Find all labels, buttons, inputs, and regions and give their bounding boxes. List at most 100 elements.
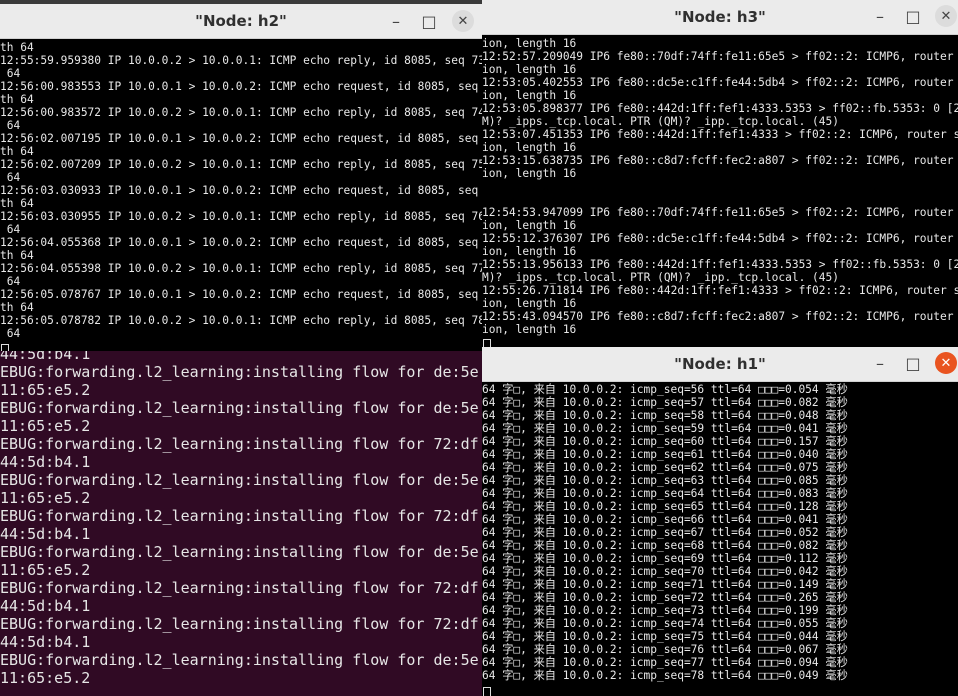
terminal-h3-line: ion, length 16	[482, 219, 577, 232]
terminal-h1-line: 64 字□, 来自 10.0.0.2: icmp_seq=60 ttl=64 □…	[482, 435, 848, 448]
terminal-h2-line: th 64	[0, 301, 34, 314]
close-button-h1[interactable]: ✕	[935, 352, 957, 374]
terminal-h3-line: 12:55:12.376307 IP6 fe80::dc5e:c1ff:fe44…	[482, 232, 954, 245]
terminal-h3-line	[482, 193, 958, 206]
titlebar-h1[interactable]: "Node: h1" – □ ✕	[482, 347, 958, 382]
close-button-h3[interactable]: ✕	[935, 5, 957, 27]
maximize-icon: □	[905, 353, 921, 373]
terminal-h1-line: 64 字□, 来自 10.0.0.2: icmp_seq=61 ttl=64 □…	[482, 448, 848, 461]
terminal-h2-line: 64	[0, 119, 21, 132]
terminal-h2-line: th 64	[0, 249, 34, 262]
terminal-h3-line: ion, length 16	[482, 167, 577, 180]
terminal-h3-line	[482, 180, 958, 193]
maximize-button-h2[interactable]: □	[418, 10, 440, 32]
terminal-h3-line: 12:53:07.451353 IP6 fe80::442d:1ff:fef1:…	[482, 128, 958, 141]
minimize-button-h1[interactable]: –	[869, 352, 891, 374]
terminal-h1-line: 64 字□, 来自 10.0.0.2: icmp_seq=68 ttl=64 □…	[482, 539, 848, 552]
terminal-h2-line: th 64	[0, 41, 34, 54]
controller-log-line: 44:5d:b4.1	[0, 597, 91, 615]
terminal-h2-line: 12:56:02.007209 IP 10.0.0.2 > 10.0.0.1: …	[0, 158, 482, 171]
terminal-h2[interactable]: th 64 12:55:59.959380 IP 10.0.0.2 > 10.0.…	[0, 39, 482, 351]
terminal-h2-line: th 64	[0, 93, 34, 106]
terminal-h3-line: 12:52:57.209049 IP6 fe80::70df:74ff:fe11…	[482, 50, 954, 63]
maximize-button-h3[interactable]: □	[902, 5, 924, 27]
terminal-h2-line: 64	[0, 223, 21, 236]
terminal-h1-line: 64 字□, 来自 10.0.0.2: icmp_seq=63 ttl=64 □…	[482, 474, 848, 487]
terminal-h1-line: 64 字□, 来自 10.0.0.2: icmp_seq=71 ttl=64 □…	[482, 578, 848, 591]
terminal-h3-line: 12:53:15.638735 IP6 fe80::c8d7:fcff:fec2…	[482, 154, 954, 167]
terminal-h2-line: 12:56:05.078767 IP 10.0.0.1 > 10.0.0.2: …	[0, 288, 479, 301]
terminal-h1-line: 64 字□, 来自 10.0.0.2: icmp_seq=67 ttl=64 □…	[482, 526, 848, 539]
titlebar-h2[interactable]: "Node: h2" – □ ✕	[0, 4, 482, 39]
window-node-h3[interactable]: "Node: h3" – □ ✕ ion, length 16 12:52:57.…	[482, 0, 958, 347]
terminal-output-h3: ion, length 16 12:52:57.209049 IP6 fe80::…	[482, 35, 958, 336]
terminal-h3-line: 12:55:13.956133 IP6 fe80::442d:1ff:fef1:…	[482, 258, 958, 271]
terminal-h3-line: 12:54:53.947099 IP6 fe80::70df:74ff:fe11…	[482, 206, 954, 219]
window-node-h1[interactable]: "Node: h1" – □ ✕ 64 字□, 来自 10.0.0.2: icm…	[482, 347, 958, 696]
minimize-button-h2[interactable]: –	[385, 10, 407, 32]
controller-terminal[interactable]: 44:5d:b4.1 EBUG:forwarding.l2_learning:in…	[0, 345, 482, 696]
terminal-h2-line: 12:56:03.030933 IP 10.0.0.1 > 10.0.0.2: …	[0, 184, 479, 197]
terminal-h1[interactable]: 64 字□, 来自 10.0.0.2: icmp_seq=56 ttl=64 □…	[482, 382, 958, 696]
terminal-h1-line: 64 字□, 来自 10.0.0.2: icmp_seq=69 ttl=64 □…	[482, 552, 848, 565]
titlebar-h3[interactable]: "Node: h3" – □ ✕	[482, 0, 958, 35]
controller-log-line: EBUG:forwarding.l2_learning:installing f…	[0, 471, 479, 489]
terminal-cursor-h3	[483, 335, 491, 347]
terminal-h3-line: ion, length 16	[482, 37, 577, 50]
controller-log-line: EBUG:forwarding.l2_learning:installing f…	[0, 651, 479, 669]
terminal-h2-line: 12:55:59.959380 IP 10.0.0.2 > 10.0.0.1: …	[0, 54, 482, 67]
terminal-h2-line: th 64	[0, 145, 34, 158]
terminal-h1-line: 64 字□, 来自 10.0.0.2: icmp_seq=66 ttl=64 □…	[482, 513, 848, 526]
maximize-button-h1[interactable]: □	[902, 352, 924, 374]
terminal-h3-line: M)? _ipps._tcp.local. PTR (QM)? _ipp._tc…	[482, 271, 839, 284]
terminal-h1-line: 64 字□, 来自 10.0.0.2: icmp_seq=64 ttl=64 □…	[482, 487, 848, 500]
terminal-h1-line: 64 字□, 来自 10.0.0.2: icmp_seq=56 ttl=64 □…	[482, 383, 848, 396]
controller-log-line: 11:65:e5.2	[0, 417, 91, 435]
terminal-h3[interactable]: ion, length 16 12:52:57.209049 IP6 fe80::…	[482, 35, 958, 347]
terminal-h1-line: 64 字□, 来自 10.0.0.2: icmp_seq=65 ttl=64 □…	[482, 500, 848, 513]
controller-log: 44:5d:b4.1 EBUG:forwarding.l2_learning:in…	[0, 345, 482, 687]
terminal-h2-line: 12:56:04.055398 IP 10.0.0.2 > 10.0.0.1: …	[0, 262, 482, 275]
terminal-h1-line: 64 字□, 来自 10.0.0.2: icmp_seq=70 ttl=64 □…	[482, 565, 848, 578]
controller-log-line: EBUG:forwarding.l2_learning:installing f…	[0, 399, 479, 417]
close-button-h2[interactable]: ✕	[452, 10, 474, 32]
terminal-h1-line: 64 字□, 来自 10.0.0.2: icmp_seq=62 ttl=64 □…	[482, 461, 848, 474]
terminal-h1-line: 64 字□, 来自 10.0.0.2: icmp_seq=74 ttl=64 □…	[482, 617, 848, 630]
minimize-icon: –	[392, 11, 400, 31]
close-icon: ✕	[940, 355, 952, 371]
controller-log-line: EBUG:forwarding.l2_learning:installing f…	[0, 507, 479, 525]
controller-log-line: 44:5d:b4.1	[0, 633, 91, 651]
terminal-h1-line: 64 字□, 来自 10.0.0.2: icmp_seq=72 ttl=64 □…	[482, 591, 848, 604]
terminal-h1-line: 64 字□, 来自 10.0.0.2: icmp_seq=78 ttl=64 □…	[482, 669, 848, 682]
window-title-h2: "Node: h2"	[195, 12, 287, 30]
minimize-button-h3[interactable]: –	[869, 5, 891, 27]
controller-log-line: 11:65:e5.2	[0, 381, 91, 399]
window-node-h2[interactable]: "Node: h2" – □ ✕ th 64 12:55:59.959380 IP…	[0, 4, 482, 351]
terminal-h3-line: ion, length 16	[482, 141, 577, 154]
controller-log-line: EBUG:forwarding.l2_learning:installing f…	[0, 579, 479, 597]
terminal-h3-line: M)? _ipps._tcp.local. PTR (QM)? _ipp._tc…	[482, 115, 839, 128]
terminal-cursor-h1	[483, 683, 491, 696]
terminal-h1-line: 64 字□, 来自 10.0.0.2: icmp_seq=57 ttl=64 □…	[482, 396, 848, 409]
minimize-icon: –	[876, 6, 884, 26]
terminal-cursor-h2	[1, 340, 9, 351]
terminal-h3-line: ion, length 16	[482, 297, 577, 310]
controller-log-line: 11:65:e5.2	[0, 669, 91, 687]
terminal-h3-line: ion, length 16	[482, 323, 577, 336]
controller-log-line: EBUG:forwarding.l2_learning:installing f…	[0, 363, 479, 381]
terminal-h2-line: 64	[0, 67, 21, 80]
terminal-h2-line: 12:56:03.030955 IP 10.0.0.2 > 10.0.0.1: …	[0, 210, 482, 223]
terminal-h2-line: 64	[0, 171, 21, 184]
terminal-h1-line: 64 字□, 来自 10.0.0.2: icmp_seq=75 ttl=64 □…	[482, 630, 848, 643]
terminal-output-h1: 64 字□, 来自 10.0.0.2: icmp_seq=56 ttl=64 □…	[482, 382, 958, 682]
controller-log-line: 11:65:e5.2	[0, 489, 91, 507]
terminal-output-h2: th 64 12:55:59.959380 IP 10.0.0.2 > 10.0.…	[0, 39, 482, 340]
controller-log-line: EBUG:forwarding.l2_learning:installing f…	[0, 435, 479, 453]
controller-log-line: 44:5d:b4.1	[0, 525, 91, 543]
terminal-h2-line: 12:56:00.983572 IP 10.0.0.2 > 10.0.0.1: …	[0, 106, 482, 119]
close-icon: ✕	[457, 13, 469, 29]
terminal-h1-line: 64 字□, 来自 10.0.0.2: icmp_seq=58 ttl=64 □…	[482, 409, 848, 422]
controller-log-line: EBUG:forwarding.l2_learning:installing f…	[0, 543, 479, 561]
close-icon: ✕	[940, 8, 952, 24]
terminal-h1-line: 64 字□, 来自 10.0.0.2: icmp_seq=73 ttl=64 □…	[482, 604, 848, 617]
